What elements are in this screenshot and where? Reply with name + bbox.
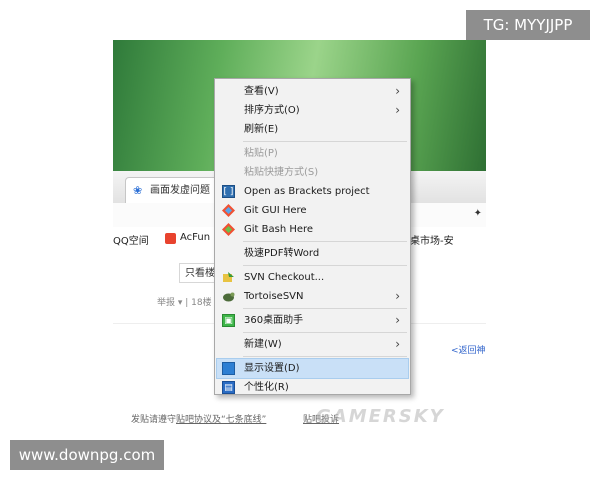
menu-separator [243,241,407,242]
baidu-paw-icon: ❀ [133,184,143,197]
menu-item-sort[interactable]: 排序方式(O) › [217,101,408,120]
post-rules-link[interactable]: 贴吧协议及“七条底线” [176,415,266,425]
back-link[interactable]: <返回神 [451,343,486,356]
bottom-watermark-badge: www.downpg.com [10,440,164,470]
browser-tab-title: 画面发虚问题 [150,185,210,196]
chevron-right-icon: › [395,289,400,303]
menu-separator [243,265,407,266]
menu-item-label: Git Bash Here [244,224,314,235]
menu-item-label: 显示设置(D) [244,363,300,374]
menu-separator [243,356,407,357]
menu-item-label: 极速PDF转Word [244,248,320,259]
bookmark-acfun[interactable]: AcFun [180,232,210,243]
context-menu: 查看(V) › 排序方式(O) › 刷新(E) 粘贴(P) 粘贴快捷方式(S) … [214,78,411,395]
brackets-icon: [ ] [222,185,235,198]
menu-item-paste: 粘贴(P) [217,144,408,163]
menu-separator [243,141,407,142]
bookmark-qzone[interactable]: QQ空间 [113,232,149,247]
menu-item-svn-checkout[interactable]: SVN Checkout... [217,268,408,287]
top-watermark-badge: TG: MYYJJPP [466,10,590,40]
chevron-right-icon: › [395,337,400,351]
menu-item-tortoise-svn[interactable]: TortoiseSVN › [217,287,408,306]
bookmark-market[interactable]: 桌市场-安 [410,232,454,247]
menu-separator [243,308,407,309]
chevron-right-icon: › [395,103,400,117]
menu-item-view[interactable]: 查看(V) › [217,82,408,101]
menu-item-git-bash[interactable]: Git Bash Here [217,220,408,239]
menu-item-display-settings[interactable]: 显示设置(D) [216,358,409,379]
report-text[interactable]: 举报 ▾ | 18楼 [157,295,212,308]
menu-item-label: 查看(V) [244,86,279,97]
menu-separator [243,332,407,333]
chevron-right-icon: › [395,84,400,98]
menu-item-label: SVN Checkout... [244,272,325,283]
post-rules: 发贴请遵守贴吧协议及“七条底线” [131,412,266,425]
svn-checkout-icon [222,271,235,284]
site-watermark: GAMERSKY [316,406,445,427]
menu-item-label: 新建(W) [244,339,282,350]
menu-item-label: 360桌面助手 [244,315,304,326]
menu-item-label: 刷新(E) [244,124,279,135]
personalize-icon: ▤ [222,381,235,394]
chevron-right-icon: › [395,313,400,327]
acfun-icon [165,233,176,244]
menu-item-label: Open as Brackets project [244,186,370,197]
menu-item-personalize[interactable]: ▤ 个性化(R) [217,378,408,397]
menu-item-label: 粘贴快捷方式(S) [244,167,319,178]
menu-item-open-brackets[interactable]: [ ] Open as Brackets project [217,182,408,201]
menu-item-label: 排序方式(O) [244,105,300,116]
extension-icon[interactable]: ✦ [474,208,482,219]
post-rules-prefix: 发贴请遵守 [131,415,177,425]
menu-item-refresh[interactable]: 刷新(E) [217,120,408,139]
menu-item-label: 个性化(R) [244,382,289,393]
tortoise-icon [222,290,235,303]
menu-item-label: Git GUI Here [244,205,307,216]
menu-item-pdf-to-word[interactable]: 极速PDF转Word [217,244,408,263]
menu-item-label: 粘贴(P) [244,148,278,159]
only-view-button[interactable]: 只看楼 [179,263,219,283]
git-icon [222,223,235,236]
menu-item-new[interactable]: 新建(W) › [217,335,408,354]
360-icon: ▣ [222,314,235,327]
menu-item-360-desktop[interactable]: ▣ 360桌面助手 › [217,311,408,330]
menu-item-label: TortoiseSVN [244,291,304,302]
menu-item-paste-shortcut: 粘贴快捷方式(S) [217,163,408,182]
git-icon [222,204,235,217]
menu-item-git-gui[interactable]: Git GUI Here [217,201,408,220]
display-icon [222,362,235,375]
